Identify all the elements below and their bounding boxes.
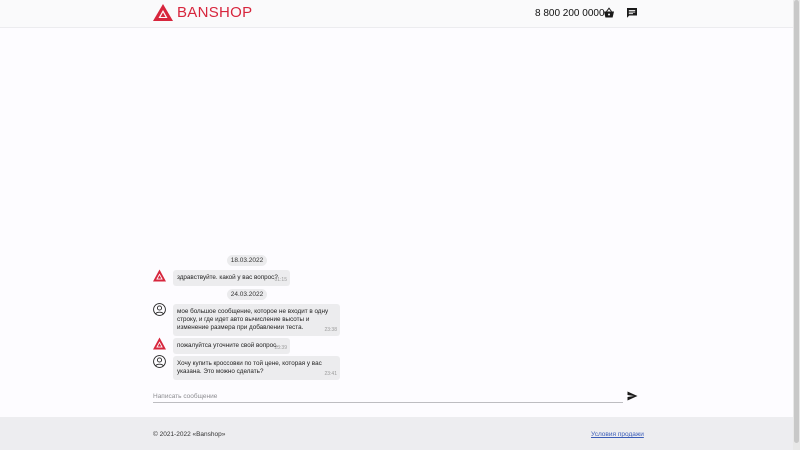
message-bubble: мое большое сообщение, которое не входит…	[173, 304, 340, 336]
message-text-line: мое большое сообщение, которое не входит…	[177, 308, 329, 315]
chat-thread: 18.03.2022 здравствуйте. какой у вас воп…	[153, 27, 640, 412]
message-time: 01:15	[274, 277, 287, 283]
date-separator: 24.03.2022	[227, 289, 267, 300]
page: BANSHOP 8 800 200 0000 18.03.2022 здравс…	[0, 0, 793, 450]
shop-avatar-icon	[153, 337, 166, 350]
message-text-line: Хочу купить кроссовки по той цене, котор…	[177, 360, 322, 367]
message-bubble: Хочу купить кроссовки по той цене, котор…	[173, 356, 340, 380]
basket-icon[interactable]	[603, 7, 615, 19]
message-time: 23:38	[324, 327, 337, 333]
header: BANSHOP 8 800 200 0000	[0, 0, 793, 28]
copyright-text: © 2021-2022 «Banshop»	[153, 431, 226, 438]
message-text: здравствуйте. какой у вас вопрос?	[177, 274, 278, 281]
logo-text: BANSHOP	[177, 4, 253, 21]
user-avatar-icon	[153, 355, 166, 368]
message-text-line: указана. Это можно сделать?	[177, 368, 264, 375]
phone-number[interactable]: 8 800 200 0000	[535, 8, 605, 19]
logo[interactable]: BANSHOP	[153, 4, 252, 21]
chat-icon[interactable]	[626, 7, 638, 19]
message-text-line: изменение размера при добавлении теста.	[177, 324, 304, 331]
send-icon[interactable]	[627, 391, 638, 401]
logo-icon	[153, 4, 173, 21]
scrollbar-thumb[interactable]	[794, 0, 799, 443]
message-bubble: пожалуйтса уточните свой вопрос. 23:39	[173, 338, 290, 354]
date-separator: 18.03.2022	[227, 255, 267, 266]
terms-of-sale-link[interactable]: Условия продажи	[591, 431, 644, 438]
user-avatar-icon	[153, 303, 166, 316]
message-time: 23:39	[274, 345, 287, 351]
message-text: пожалуйтса уточните свой вопрос.	[177, 342, 279, 349]
message-composer	[153, 388, 640, 404]
footer: © 2021-2022 «Banshop» Условия продажи	[0, 417, 793, 450]
message-text-line: строку, и где идет авто вычисление высот…	[177, 316, 310, 323]
message-bubble: здравствуйте. какой у вас вопрос? 01:15	[173, 270, 290, 286]
message-time: 23:41	[324, 371, 337, 377]
scrollbar[interactable]	[793, 0, 800, 450]
message-input[interactable]	[153, 390, 623, 403]
shop-avatar-icon	[153, 269, 166, 282]
